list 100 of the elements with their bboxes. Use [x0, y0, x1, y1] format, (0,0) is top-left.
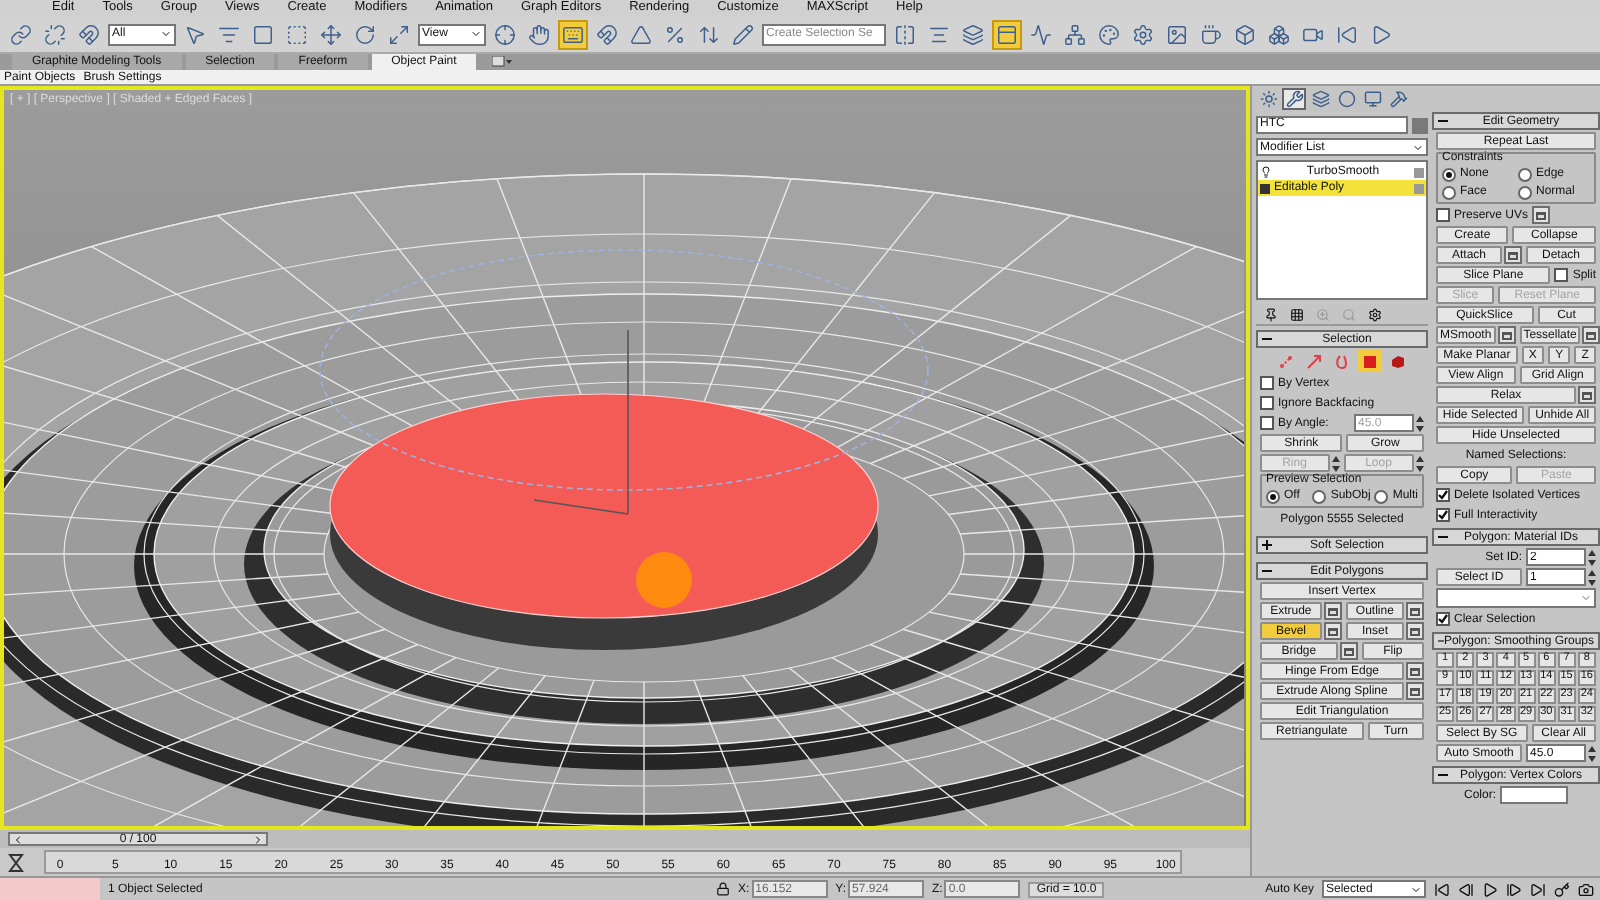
hourglass-icon[interactable]: [8, 853, 24, 871]
play-icon[interactable]: [1482, 881, 1498, 897]
spinner-arrows-icon[interactable]: [1416, 415, 1424, 431]
toolbar-button[interactable]: [1094, 19, 1124, 49]
magnet-icon: [78, 23, 100, 45]
settings-button[interactable]: [1406, 622, 1424, 640]
window-icon: [1501, 331, 1512, 339]
radio-button[interactable]: [1442, 185, 1456, 199]
settings-button[interactable]: [1406, 602, 1425, 620]
window-icon: [1536, 211, 1547, 219]
panel-tab[interactable]: [1282, 88, 1306, 110]
panel-tab[interactable]: [1334, 88, 1358, 110]
toolbar-button[interactable]: [1026, 19, 1056, 49]
lightbulb-icon: [1260, 166, 1272, 178]
checkbox[interactable]: [1436, 508, 1450, 522]
arrows-icon: [698, 23, 720, 45]
pin-icon[interactable]: [1264, 307, 1278, 321]
checkbox[interactable]: [1554, 268, 1569, 282]
layers-icon: [962, 23, 984, 45]
toolbar-button[interactable]: [6, 19, 36, 49]
step-forward-icon[interactable]: [1506, 881, 1522, 897]
radio-button[interactable]: [1374, 489, 1389, 503]
spinner-arrows-icon[interactable]: [1588, 549, 1596, 565]
settings-button[interactable]: [1406, 662, 1424, 680]
settings-button[interactable]: [1323, 602, 1342, 620]
settings-button[interactable]: [1578, 386, 1596, 404]
minus-icon: [1438, 532, 1448, 542]
subobject-button[interactable]: [1358, 350, 1382, 372]
checkbox[interactable]: [1260, 416, 1274, 430]
toolbar-button[interactable]: [316, 19, 346, 49]
toolbar-button[interactable]: [958, 19, 988, 49]
object-color-swatch[interactable]: [1412, 117, 1428, 133]
caret-icon: [1410, 883, 1422, 895]
panel-tab[interactable]: [1360, 88, 1384, 110]
mirror-icon: [894, 23, 916, 45]
edge-icon: [1304, 351, 1324, 371]
settings-icon[interactable]: [1368, 307, 1382, 321]
settings-button[interactable]: [1532, 206, 1551, 224]
play-icon: [1370, 23, 1392, 45]
camera-icon[interactable]: [1578, 881, 1594, 897]
ribbon-menu-icon[interactable]: [492, 56, 513, 68]
hand-icon: [528, 23, 550, 45]
window-icon: [1327, 607, 1338, 615]
radio-button[interactable]: [1518, 167, 1532, 181]
settings-button[interactable]: [1497, 326, 1516, 344]
skip-forward-icon[interactable]: [1530, 881, 1546, 897]
radio-button[interactable]: [1442, 167, 1456, 181]
square-icon: [252, 23, 274, 45]
align-icon: [928, 23, 950, 45]
toolbar-button[interactable]: [592, 19, 622, 49]
toolbar-button[interactable]: [1264, 19, 1294, 49]
radio-button[interactable]: [1518, 185, 1532, 199]
settings-button[interactable]: [1406, 682, 1424, 700]
settings-button[interactable]: [1339, 642, 1358, 660]
chevron-left-icon: [12, 833, 24, 845]
toolbar-button[interactable]: [40, 19, 70, 49]
dropdown[interactable]: [1436, 588, 1596, 608]
checkbox[interactable]: [1436, 612, 1450, 626]
radio-button[interactable]: [1312, 489, 1327, 503]
subobject-button[interactable]: [1386, 350, 1410, 372]
window-icon: [1582, 391, 1592, 399]
settings-button[interactable]: [1504, 246, 1522, 264]
toolbar-button[interactable]: [1196, 19, 1226, 49]
graph-icon: [1030, 23, 1052, 45]
move-icon: [320, 23, 342, 45]
checkbox[interactable]: [1436, 208, 1450, 222]
checkbox[interactable]: [1436, 488, 1450, 502]
subobject-button[interactable]: [1302, 350, 1326, 372]
panel-tab[interactable]: [1386, 88, 1410, 110]
teapot-icon: [1200, 23, 1222, 45]
toolbar-button[interactable]: [728, 19, 758, 49]
toolbar-button[interactable]: [74, 19, 104, 49]
pencil-icon: [732, 23, 754, 45]
boxes-icon: [1268, 23, 1290, 45]
checkbox[interactable]: [1260, 376, 1274, 390]
toolbar-button[interactable]: [490, 19, 520, 49]
camera-icon: [1302, 23, 1324, 45]
toolbar-button[interactable]: [1060, 19, 1090, 49]
settings-button[interactable]: [1324, 622, 1342, 640]
toolbar-button[interactable]: [524, 19, 554, 49]
key-icon[interactable]: [1554, 881, 1570, 897]
toolbar-button[interactable]: [890, 19, 920, 49]
window-icon: [1410, 667, 1420, 675]
grid-icon[interactable]: [1290, 307, 1304, 321]
panel-tab[interactable]: [1308, 88, 1332, 110]
radio-button[interactable]: [1266, 489, 1280, 503]
toolbar-button[interactable]: [1230, 19, 1260, 49]
skip-back-icon[interactable]: [1434, 881, 1450, 897]
percent-icon: [664, 23, 686, 45]
box-icon: [1234, 23, 1256, 45]
spinner-arrows-icon[interactable]: [1588, 569, 1596, 585]
settings-button[interactable]: [1582, 326, 1600, 344]
color-swatch[interactable]: [1500, 786, 1568, 804]
checkbox[interactable]: [1260, 396, 1274, 410]
toolbar-button[interactable]: [992, 19, 1022, 49]
spinner-arrows-icon[interactable]: [1588, 745, 1596, 761]
lock-icon[interactable]: [716, 882, 730, 896]
toolbar-button[interactable]: [558, 19, 588, 49]
step-back-icon[interactable]: [1458, 881, 1474, 897]
toolbar-button[interactable]: [1128, 19, 1158, 49]
